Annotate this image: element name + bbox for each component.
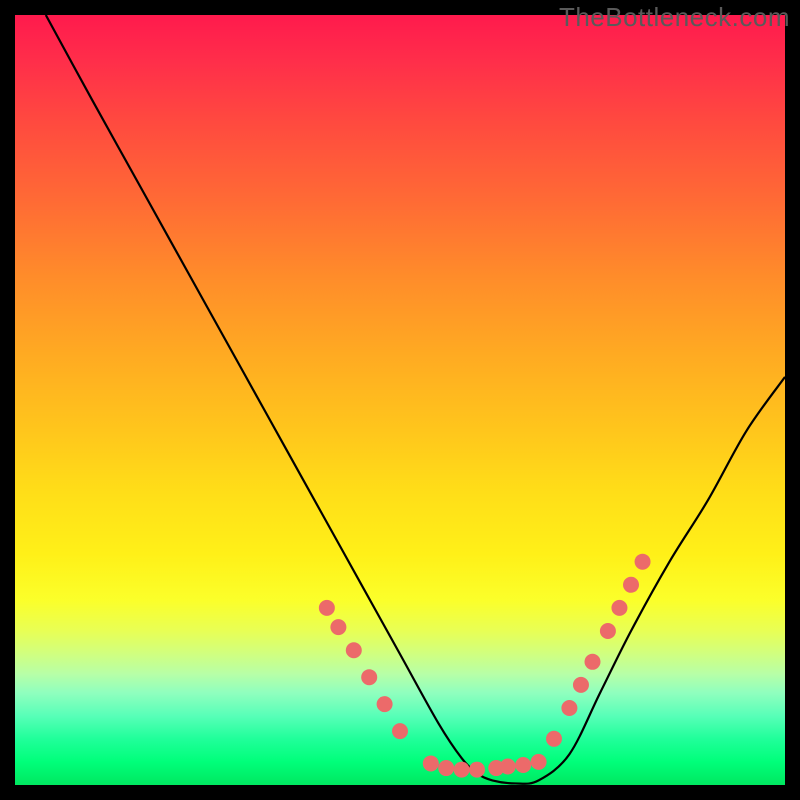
highlight-point bbox=[469, 762, 485, 778]
highlight-point bbox=[346, 642, 362, 658]
plot-area bbox=[15, 15, 785, 785]
highlight-point bbox=[377, 696, 393, 712]
highlight-point bbox=[635, 554, 651, 570]
highlight-point bbox=[438, 760, 454, 776]
highlight-point bbox=[392, 723, 408, 739]
highlight-point bbox=[600, 623, 616, 639]
highlight-point bbox=[330, 619, 346, 635]
highlight-point bbox=[585, 654, 601, 670]
highlight-point bbox=[454, 762, 470, 778]
highlight-point bbox=[546, 731, 562, 747]
highlight-point bbox=[515, 757, 531, 773]
bottleneck-curve bbox=[46, 15, 785, 784]
chart-frame: TheBottleneck.com bbox=[0, 0, 800, 800]
highlight-point bbox=[361, 669, 377, 685]
highlight-points bbox=[319, 554, 651, 778]
highlight-point bbox=[423, 755, 439, 771]
highlight-point bbox=[531, 754, 547, 770]
highlight-point bbox=[319, 600, 335, 616]
highlight-point bbox=[500, 759, 516, 775]
highlight-point bbox=[611, 600, 627, 616]
highlight-point bbox=[623, 577, 639, 593]
highlight-point bbox=[573, 677, 589, 693]
bottleneck-chart-svg bbox=[15, 15, 785, 785]
highlight-point bbox=[561, 700, 577, 716]
